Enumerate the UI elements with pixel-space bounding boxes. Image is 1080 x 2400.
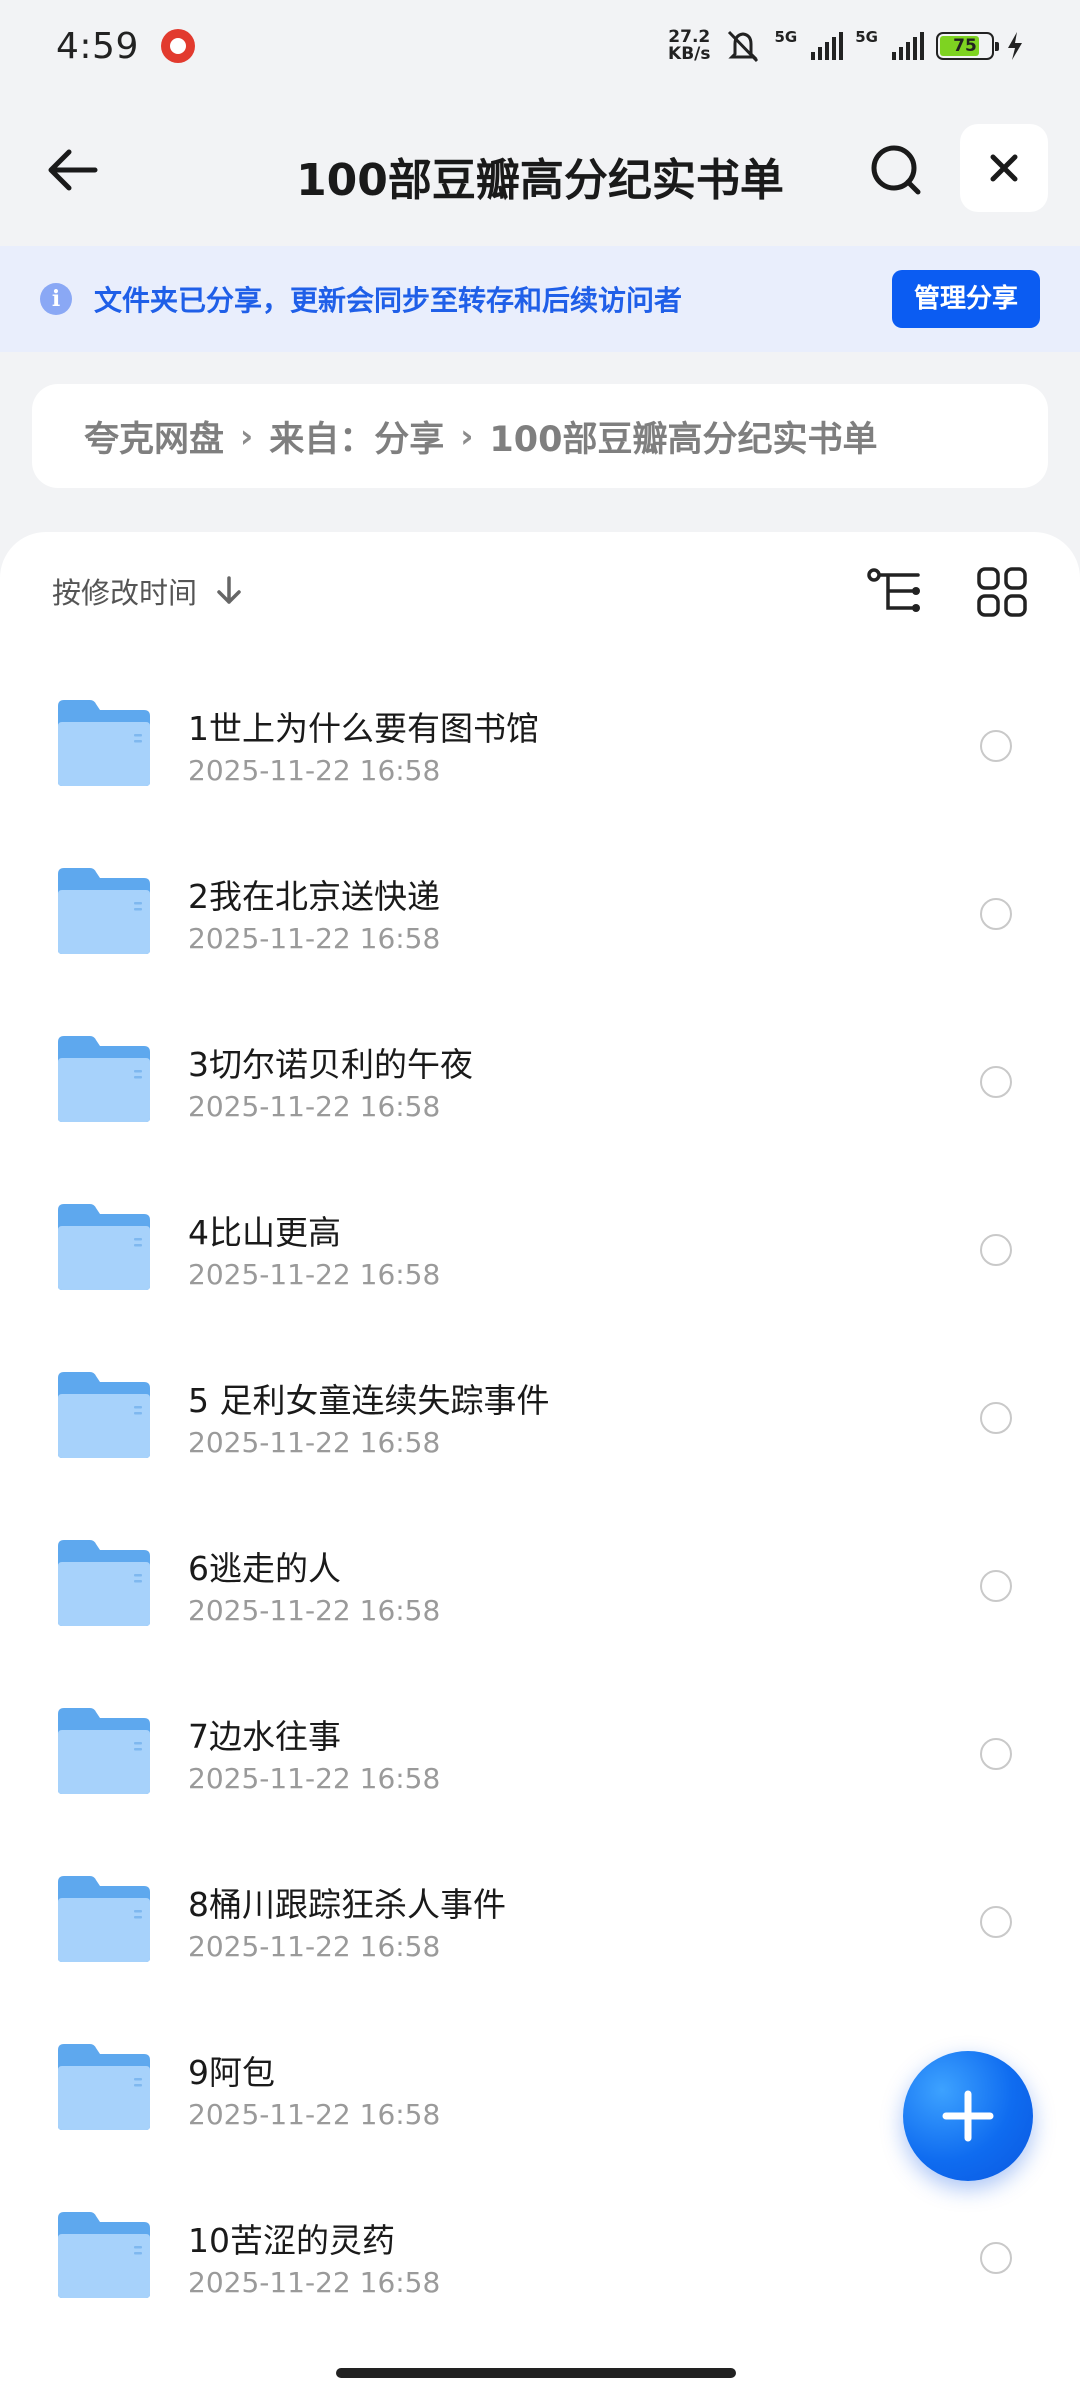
item-date: 2025-11-22 16:58 <box>188 1930 441 1963</box>
select-checkbox[interactable] <box>980 2242 1012 2274</box>
mute-icon <box>727 30 758 63</box>
app-notification-icon <box>160 29 195 63</box>
list-item[interactable]: 3切尔诺贝利的午夜 2025-11-22 16:58 <box>0 986 1080 1154</box>
folder-icon <box>56 1706 152 1796</box>
item-name: 10苦涩的灵药 <box>188 2221 395 2260</box>
charging-icon <box>1008 32 1022 60</box>
item-name: 2我在北京送快递 <box>188 877 440 916</box>
search-button[interactable] <box>862 136 930 204</box>
select-checkbox[interactable] <box>980 730 1012 762</box>
select-checkbox[interactable] <box>980 1066 1012 1098</box>
item-name: 7边水往事 <box>188 1717 341 1756</box>
item-name: 1世上为什么要有图书馆 <box>188 709 539 748</box>
close-icon <box>990 154 1018 182</box>
select-checkbox[interactable] <box>980 1234 1012 1266</box>
sim2-label: 5G <box>855 28 878 46</box>
list-item[interactable]: 1世上为什么要有图书馆 2025-11-22 16:58 <box>0 650 1080 818</box>
signal-sim2-icon <box>892 32 924 60</box>
breadcrumb-item-current: 100部豆瓣高分纪实书单 <box>489 419 878 460</box>
battery-icon: 75 <box>936 32 999 60</box>
item-name: 9阿包 <box>188 2053 275 2092</box>
sort-control[interactable]: 按修改时间 <box>52 570 243 612</box>
sort-label: 按修改时间 <box>52 576 198 610</box>
item-date: 2025-11-22 16:58 <box>188 1258 441 1291</box>
select-checkbox[interactable] <box>980 898 1012 930</box>
item-date: 2025-11-22 16:58 <box>188 2266 441 2299</box>
item-date: 2025-11-22 16:58 <box>188 1090 441 1123</box>
item-date: 2025-11-22 16:58 <box>188 754 441 787</box>
plus-icon <box>942 2090 994 2142</box>
list-item[interactable]: 6逃走的人 2025-11-22 16:58 <box>0 1490 1080 1658</box>
breadcrumb-item-root[interactable]: 夸克网盘 <box>84 411 224 462</box>
signal-sim1-icon <box>811 32 844 60</box>
folder-icon <box>56 1202 152 1292</box>
add-button[interactable] <box>903 2051 1033 2181</box>
close-button[interactable] <box>960 124 1048 212</box>
status-indicators: 27.2 KB/s 5G 5G 75 <box>668 28 1024 64</box>
folder-icon <box>56 2042 152 2132</box>
select-checkbox[interactable] <box>980 1738 1012 1770</box>
share-banner: i 文件夹已分享，更新会同步至转存和后续访问者 管理分享 <box>0 246 1080 352</box>
item-name: 8桶川跟踪狂杀人事件 <box>188 1885 506 1924</box>
status-bar: 4:59 27.2 KB/s 5G 5G 75 <box>0 0 1080 92</box>
breadcrumb: 夸克网盘 › 来自：分享 › 100部豆瓣高分纪实书单 <box>32 384 1048 488</box>
breadcrumb-separator-icon: › <box>240 417 254 455</box>
breadcrumb-separator-icon: › <box>460 417 474 455</box>
item-name: 3切尔诺贝利的午夜 <box>188 1045 473 1084</box>
home-indicator[interactable] <box>336 2368 736 2378</box>
folder-icon <box>56 1538 152 1628</box>
select-checkbox[interactable] <box>980 1906 1012 1938</box>
grid-view-icon[interactable] <box>976 566 1028 618</box>
item-name: 4比山更高 <box>188 1213 341 1252</box>
status-time: 4:59 <box>56 25 139 67</box>
manage-share-button[interactable]: 管理分享 <box>891 270 1040 328</box>
item-date: 2025-11-22 16:58 <box>188 1762 441 1795</box>
network-speed-unit: KB/s <box>668 44 711 64</box>
breadcrumb-item-share[interactable]: 来自：分享 <box>269 411 444 462</box>
folder-icon <box>56 2210 152 2300</box>
tree-view-icon[interactable] <box>866 566 926 618</box>
folder-icon <box>56 698 152 788</box>
list-item[interactable]: 10苦涩的灵药 2025-11-22 16:58 <box>0 2162 1080 2330</box>
list-item[interactable]: 8桶川跟踪狂杀人事件 2025-11-22 16:58 <box>0 1826 1080 1994</box>
select-checkbox[interactable] <box>980 1570 1012 1602</box>
item-date: 2025-11-22 16:58 <box>188 1594 441 1627</box>
app-header: 100部豆瓣高分纪实书单 <box>0 120 1080 220</box>
folder-icon <box>56 1874 152 1964</box>
search-icon <box>871 145 921 195</box>
battery-level: 75 <box>953 36 977 56</box>
item-date: 2025-11-22 16:58 <box>188 922 441 955</box>
select-checkbox[interactable] <box>980 1402 1012 1434</box>
item-name: 6逃走的人 <box>188 1549 341 1588</box>
sim1-label: 5G <box>774 28 798 46</box>
info-icon: i <box>40 283 72 315</box>
item-date: 2025-11-22 16:58 <box>188 2098 441 2131</box>
list-item[interactable]: 7边水往事 2025-11-22 16:58 <box>0 1658 1080 1826</box>
list-item[interactable]: 5 足利女童连续失踪事件 2025-11-22 16:58 <box>0 1322 1080 1490</box>
share-message: 文件夹已分享，更新会同步至转存和后续访问者 <box>94 284 683 317</box>
list-item[interactable]: 4比山更高 2025-11-22 16:58 <box>0 1154 1080 1322</box>
network-speed: 27.2 KB/s <box>668 29 710 63</box>
item-name: 5 足利女童连续失踪事件 <box>188 1381 550 1420</box>
folder-icon <box>56 1370 152 1460</box>
arrow-down-icon <box>217 576 241 604</box>
list-item[interactable]: 2我在北京送快递 2025-11-22 16:58 <box>0 818 1080 986</box>
folder-icon <box>56 1034 152 1124</box>
folder-icon <box>56 866 152 956</box>
item-date: 2025-11-22 16:58 <box>188 1426 441 1459</box>
